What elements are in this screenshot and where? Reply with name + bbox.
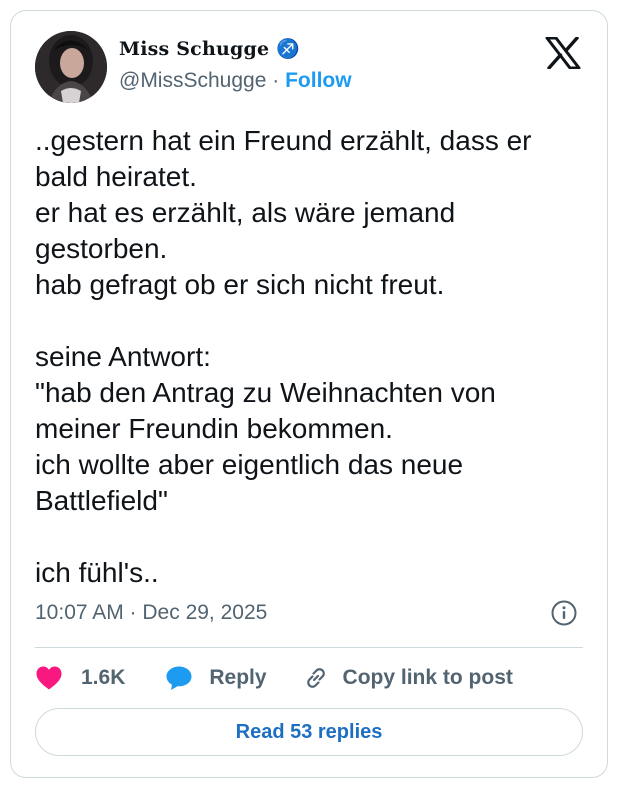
tweet-line: er hat es erzählt, als wäre jemand: [35, 197, 456, 228]
tweet-paragraph-3: ich fühl's..: [35, 555, 585, 591]
action-bar: 1.6K Reply Copy link to post: [35, 661, 513, 695]
read-replies-button[interactable]: Read 53 replies: [35, 708, 583, 756]
tweet-line: "hab den Antrag zu Weihnachten von: [35, 377, 496, 408]
tweet-line: meiner Freundin bekommen.: [35, 413, 393, 444]
tweet-line: ..gestern hat ein Freund erzählt, dass e…: [35, 125, 532, 156]
reply-label: Reply: [209, 666, 267, 689]
display-name-text: Miss Schugge: [119, 38, 270, 60]
separator-dot: ·: [272, 69, 280, 92]
tweet-line: ich wollte aber eigentlich das neue: [35, 449, 464, 480]
like-button[interactable]: 1.6K: [35, 665, 125, 691]
tweet-line: Battlefield": [35, 485, 168, 516]
tweet-line: hab gefragt ob er sich nicht freut.: [35, 269, 445, 300]
handle[interactable]: @MissSchugge: [119, 69, 266, 92]
tweet-line: ich fühl's..: [35, 557, 159, 588]
tweet-paragraph-2: seine Antwort: "hab den Antrag zu Weihna…: [35, 339, 585, 519]
tweet-line: gestorben.: [35, 233, 168, 264]
info-icon[interactable]: [551, 600, 577, 626]
tweet-card: Miss Schugge ♐ @MissSchugge · Follow ..g…: [10, 10, 608, 778]
display-name[interactable]: Miss Schugge ♐: [119, 37, 300, 60]
tweet-text: ..gestern hat ein Freund erzählt, dass e…: [35, 123, 585, 591]
handle-row: @MissSchugge · Follow: [119, 69, 352, 93]
timestamp[interactable]: 10:07 AM · Dec 29, 2025: [35, 601, 267, 625]
tweet-line: seine Antwort:: [35, 341, 211, 372]
divider: [35, 647, 583, 648]
link-icon: [306, 668, 325, 688]
reply-bubble-icon: [166, 666, 192, 690]
copy-link-button[interactable]: Copy link to post: [303, 665, 513, 691]
name-emoji: ♐: [276, 38, 300, 60]
follow-button[interactable]: Follow: [285, 69, 352, 92]
tweet-paragraph-1: ..gestern hat ein Freund erzählt, dass e…: [35, 123, 585, 303]
avatar[interactable]: [35, 31, 107, 103]
heart-icon: [36, 666, 62, 690]
copy-link-label: Copy link to post: [342, 666, 513, 689]
like-count: 1.6K: [81, 666, 126, 689]
x-logo-icon[interactable]: [545, 36, 581, 70]
tweet-line: bald heiratet.: [35, 161, 197, 192]
reply-button[interactable]: Reply: [165, 665, 267, 691]
